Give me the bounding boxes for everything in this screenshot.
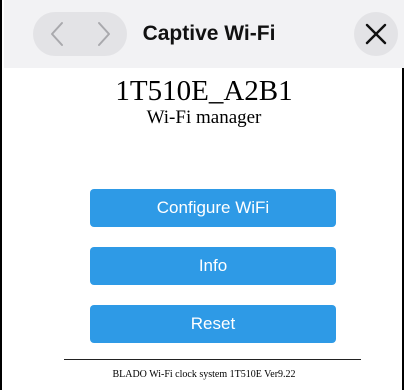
window-title: Captive Wi-Fi bbox=[142, 22, 276, 45]
chevron-right-icon bbox=[97, 22, 110, 46]
device-name-heading: 1T510E_A2B1 bbox=[115, 75, 293, 107]
chevron-left-icon bbox=[50, 22, 63, 46]
info-button[interactable]: Info bbox=[90, 247, 336, 285]
forward-button[interactable] bbox=[80, 12, 127, 56]
back-button[interactable] bbox=[33, 12, 80, 56]
app-window: Captive Wi-Fi 1T510E_A2B1 Wi-Fi manager … bbox=[0, 0, 404, 390]
page-subtitle: Wi-Fi manager bbox=[146, 107, 262, 128]
footer-text: BLADO Wi-Fi clock system 1T510E Ver9.22 bbox=[112, 369, 296, 380]
navigation-buttons bbox=[33, 12, 127, 56]
title-bar: Captive Wi-Fi bbox=[4, 0, 404, 68]
reset-button[interactable]: Reset bbox=[90, 305, 336, 343]
configure-wifi-button[interactable]: Configure WiFi bbox=[90, 189, 336, 227]
close-button[interactable] bbox=[354, 12, 398, 56]
close-icon bbox=[365, 23, 387, 45]
footer-divider bbox=[64, 359, 361, 360]
